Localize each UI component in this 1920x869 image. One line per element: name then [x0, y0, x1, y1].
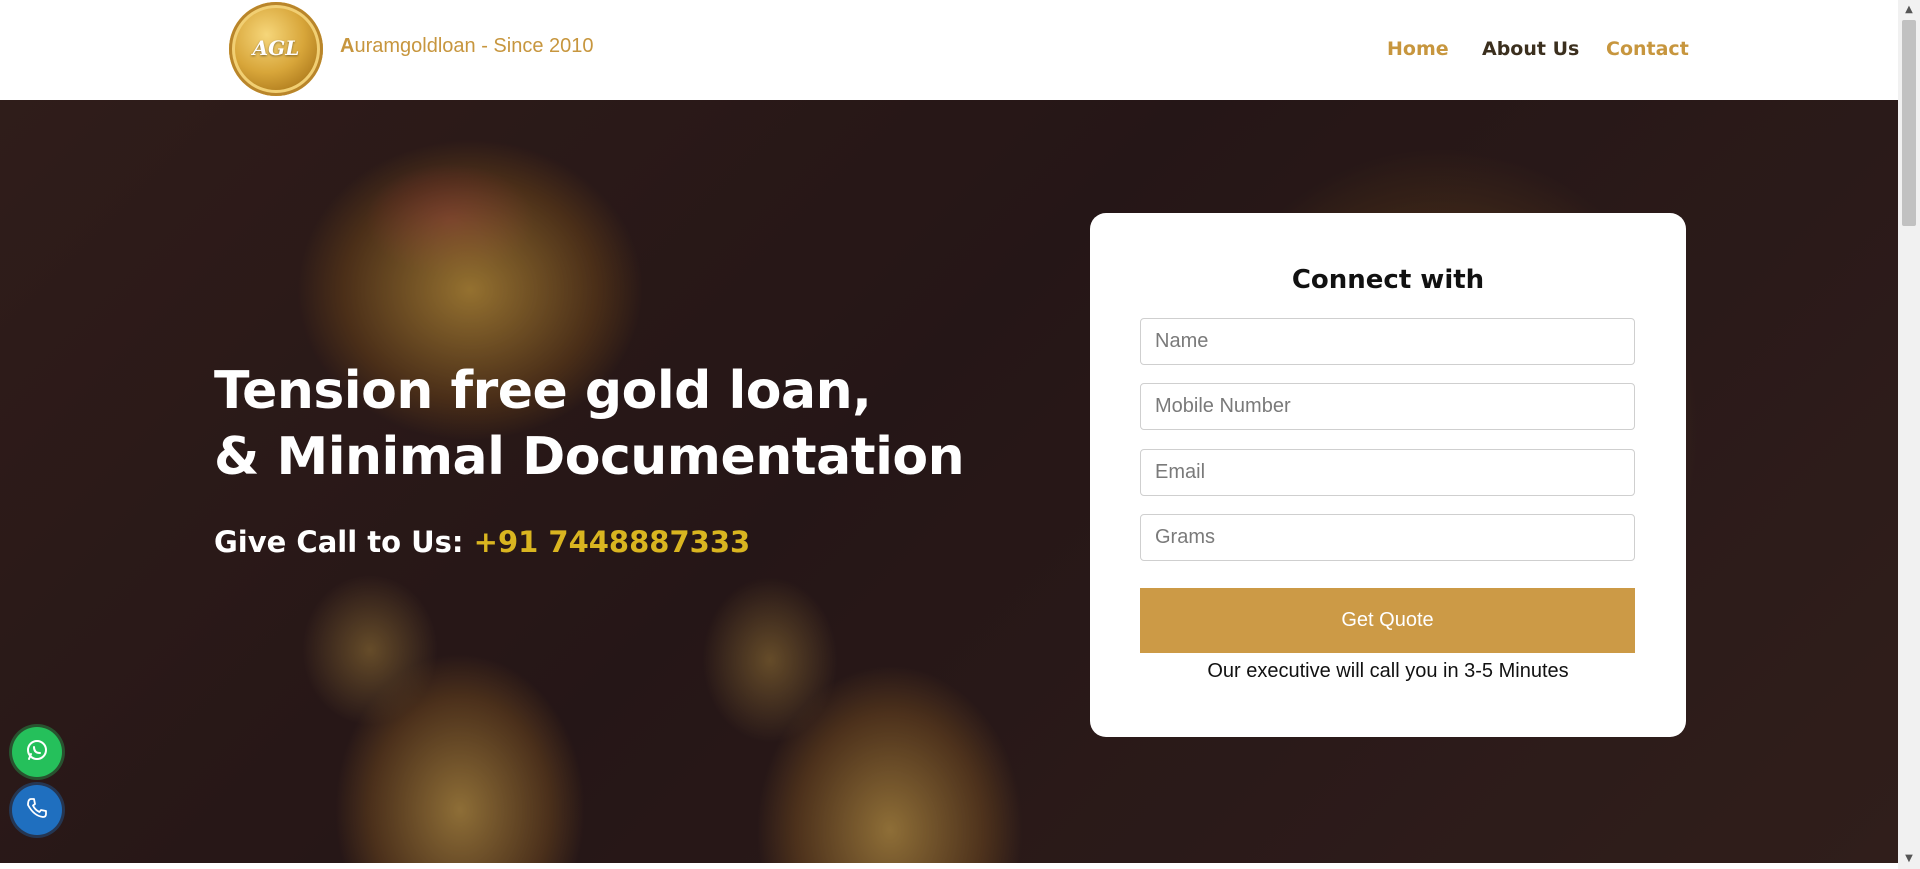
headline-line-2: & Minimal Documentation — [214, 427, 965, 487]
whatsapp-button[interactable] — [12, 727, 62, 777]
form-title: Connect with — [1291, 265, 1485, 295]
scrollbar-thumb[interactable] — [1902, 20, 1916, 226]
scroll-up-arrow-icon[interactable]: ▲ — [1898, 2, 1920, 18]
site-header: AGL Auramgoldloan - Since 2010 Home Abou… — [0, 0, 1898, 100]
mobile-number-input[interactable] — [1140, 383, 1635, 430]
call-button[interactable] — [12, 785, 62, 835]
whatsapp-icon — [24, 737, 50, 767]
logo[interactable]: AGL — [229, 2, 323, 96]
logo-text: AGL — [252, 36, 300, 60]
page-bottom-strip — [0, 863, 1898, 869]
phone-icon — [25, 796, 49, 824]
headline-line-1: Tension free gold loan, — [214, 361, 872, 421]
form-note: Our executive will call you in 3-5 Minut… — [1207, 660, 1569, 682]
get-quote-button[interactable]: Get Quote — [1140, 588, 1635, 653]
email-input[interactable] — [1140, 449, 1635, 496]
name-input[interactable] — [1140, 318, 1635, 365]
call-line: Give Call to Us: +91 7448887333 — [214, 525, 750, 559]
nav-contact[interactable]: Contact — [1606, 38, 1689, 60]
nav-home[interactable]: Home — [1387, 38, 1449, 60]
brand-rest: uramgoldloan - Since 2010 — [354, 35, 594, 57]
call-label: Give Call to Us: — [214, 525, 474, 559]
brand-initial: A — [340, 35, 355, 57]
phone-number-link[interactable]: +91 7448887333 — [474, 525, 751, 559]
scrollbar[interactable]: ▲ ▼ — [1898, 0, 1920, 869]
brand-name[interactable]: Auramgoldloan - Since 2010 — [340, 35, 594, 58]
grams-input[interactable] — [1140, 514, 1635, 561]
hero-headline: Tension free gold loan, & Minimal Docume… — [214, 358, 965, 490]
nav-about-us[interactable]: About Us — [1482, 38, 1579, 60]
quote-form-card: Connect with Get Quote Our executive wil… — [1090, 213, 1686, 737]
scroll-down-arrow-icon[interactable]: ▼ — [1898, 851, 1920, 867]
